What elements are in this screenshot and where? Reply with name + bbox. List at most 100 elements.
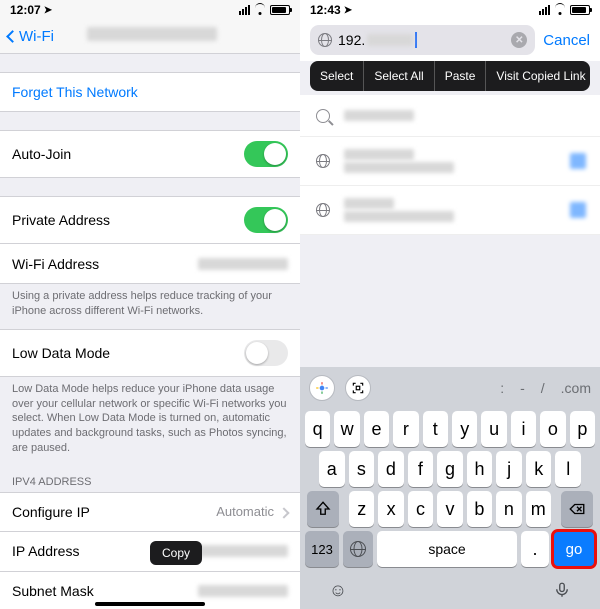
- kb-row-2: a s d f g h j k l: [305, 451, 595, 487]
- url-input[interactable]: 192. ✕: [310, 25, 535, 55]
- globe-icon: [314, 201, 332, 219]
- key-n[interactable]: n: [496, 491, 521, 527]
- keyboard-toolbar: : - / .com: [303, 371, 597, 407]
- status-bar: 12:07 ➤: [0, 0, 300, 20]
- clear-button[interactable]: ✕: [511, 32, 527, 48]
- status-bar: 12:43 ➤: [300, 0, 600, 20]
- private-address-note: Using a private address helps reduce tra…: [0, 284, 300, 329]
- suggestions-list: [300, 95, 600, 235]
- kb-shortcut[interactable]: -: [520, 380, 525, 396]
- key-y[interactable]: y: [452, 411, 477, 447]
- home-indicator[interactable]: [95, 602, 205, 606]
- kb-row-3: z x c v b n m: [305, 491, 595, 527]
- back-button[interactable]: Wi-Fi: [8, 28, 54, 45]
- key-q[interactable]: q: [305, 411, 330, 447]
- key-backspace[interactable]: [561, 491, 593, 527]
- battery-icon: [570, 5, 590, 15]
- menu-select[interactable]: Select: [310, 61, 364, 91]
- location-arrow-icon: ➤: [344, 5, 352, 16]
- search-icon: [314, 107, 332, 125]
- private-address-label: Private Address: [12, 212, 244, 228]
- kb-shortcut[interactable]: .com: [561, 380, 591, 396]
- key-a[interactable]: a: [319, 451, 345, 487]
- suggestion-row[interactable]: [300, 95, 600, 137]
- key-x[interactable]: x: [378, 491, 403, 527]
- dictation-button[interactable]: [551, 579, 573, 601]
- url-text: 192.: [338, 32, 505, 48]
- auto-join-row: Auto-Join: [0, 130, 300, 178]
- suggestion-text: [344, 196, 558, 224]
- configure-ip-label: Configure IP: [12, 504, 216, 520]
- key-e[interactable]: e: [364, 411, 389, 447]
- menu-paste[interactable]: Paste: [435, 61, 487, 91]
- key-globe[interactable]: [343, 531, 373, 567]
- cellular-signal-icon: [239, 5, 250, 15]
- low-data-toggle[interactable]: [244, 340, 288, 366]
- url-bar: 192. ✕ Cancel: [300, 20, 600, 61]
- edit-menu-wrap: Select Select All Paste Visit Copied Lin…: [300, 61, 600, 95]
- auto-join-label: Auto-Join: [12, 146, 244, 162]
- key-u[interactable]: u: [481, 411, 506, 447]
- text-caret: [415, 32, 417, 48]
- auto-join-toggle[interactable]: [244, 141, 288, 167]
- scan-icon[interactable]: [345, 375, 371, 401]
- suggestion-row[interactable]: [300, 186, 600, 235]
- key-c[interactable]: c: [408, 491, 433, 527]
- subnet-mask-value: [198, 585, 288, 597]
- key-s[interactable]: s: [349, 451, 375, 487]
- chevron-left-icon: [8, 28, 17, 45]
- suggestion-row[interactable]: [300, 137, 600, 186]
- key-w[interactable]: w: [334, 411, 359, 447]
- emoji-button[interactable]: ☺: [327, 579, 349, 601]
- status-icons: [239, 5, 290, 15]
- key-space[interactable]: space: [377, 531, 517, 567]
- configure-ip-row[interactable]: Configure IP Automatic: [0, 492, 300, 532]
- key-123[interactable]: 123: [305, 531, 339, 567]
- suggestion-favicon: [570, 153, 586, 169]
- configure-ip-value: Automatic: [216, 504, 274, 519]
- menu-visit-link[interactable]: Visit Copied Link: [486, 61, 590, 91]
- private-address-row: Private Address: [0, 196, 300, 244]
- key-i[interactable]: i: [511, 411, 536, 447]
- key-f[interactable]: f: [408, 451, 434, 487]
- menu-select-all[interactable]: Select All: [364, 61, 434, 91]
- nav-title: [54, 27, 250, 46]
- key-o[interactable]: o: [540, 411, 565, 447]
- kb-shortcut[interactable]: /: [541, 380, 545, 396]
- globe-icon: [318, 33, 332, 47]
- ip-address-value: [198, 545, 288, 557]
- suggestion-favicon: [570, 202, 586, 218]
- key-g[interactable]: g: [437, 451, 463, 487]
- key-z[interactable]: z: [349, 491, 374, 527]
- private-address-toggle[interactable]: [244, 207, 288, 233]
- kb-shortcut[interactable]: :: [500, 380, 504, 396]
- keyboard-shortcuts: : - / .com: [500, 380, 591, 396]
- key-r[interactable]: r: [393, 411, 418, 447]
- key-d[interactable]: d: [378, 451, 404, 487]
- voice-search-icon[interactable]: [309, 375, 335, 401]
- key-k[interactable]: k: [526, 451, 552, 487]
- key-m[interactable]: m: [526, 491, 551, 527]
- ipv4-section-header: IPV4 ADDRESS: [0, 466, 300, 492]
- status-time: 12:43: [310, 3, 341, 17]
- wifi-icon: [254, 6, 266, 15]
- key-b[interactable]: b: [467, 491, 492, 527]
- key-p[interactable]: p: [570, 411, 595, 447]
- key-v[interactable]: v: [437, 491, 462, 527]
- forget-network-button[interactable]: Forget This Network: [0, 72, 300, 112]
- key-t[interactable]: t: [423, 411, 448, 447]
- status-time: 12:07: [10, 3, 41, 17]
- key-shift[interactable]: [307, 491, 339, 527]
- globe-icon: [350, 541, 366, 557]
- wifi-icon: [554, 6, 566, 15]
- low-data-note: Low Data Mode helps reduce your iPhone d…: [0, 377, 300, 466]
- key-h[interactable]: h: [467, 451, 493, 487]
- cellular-signal-icon: [539, 5, 550, 15]
- cancel-button[interactable]: Cancel: [543, 32, 590, 49]
- key-l[interactable]: l: [555, 451, 581, 487]
- key-go[interactable]: go: [553, 531, 595, 567]
- copy-tooltip[interactable]: Copy: [150, 541, 202, 565]
- key-period[interactable]: .: [521, 531, 549, 567]
- key-j[interactable]: j: [496, 451, 522, 487]
- location-arrow-icon: ➤: [44, 5, 52, 16]
